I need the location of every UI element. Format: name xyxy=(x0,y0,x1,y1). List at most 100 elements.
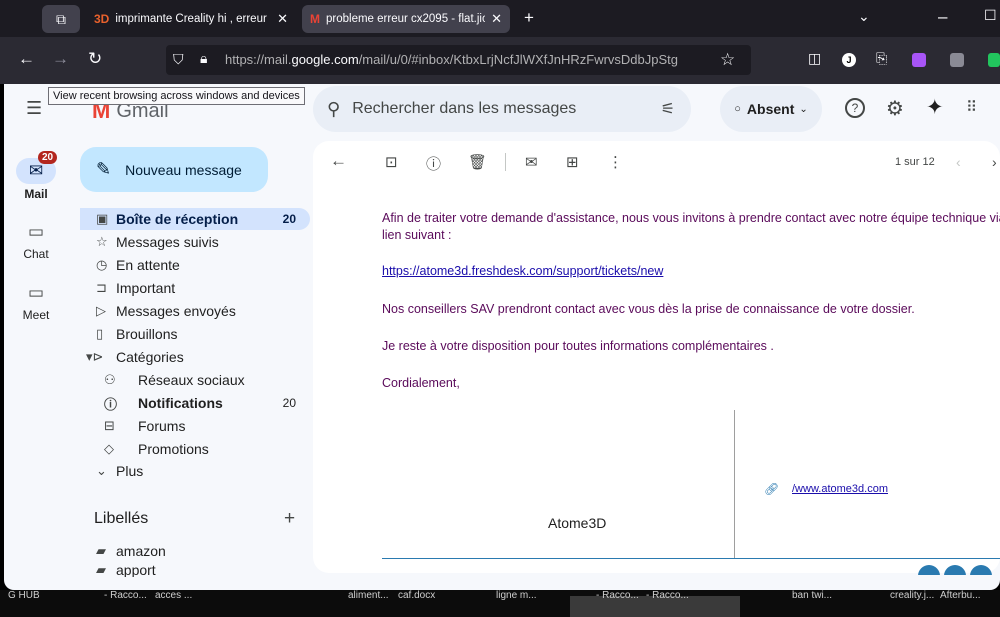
extension-purple-icon[interactable] xyxy=(912,53,926,67)
maximize-icon[interactable]: ☐ xyxy=(984,7,997,24)
pencil-icon: ✎ xyxy=(96,159,112,179)
mail-icon: ✉ xyxy=(28,161,44,180)
close-tab-icon[interactable]: ✕ xyxy=(277,11,288,27)
older-icon[interactable]: ‹ xyxy=(956,154,961,170)
lock-icon[interactable]: 🔒︎ xyxy=(200,50,207,67)
back-icon[interactable]: ← xyxy=(18,49,35,69)
taskbar-item[interactable]: Afterbu... xyxy=(940,590,981,601)
settings-gear-icon[interactable]: ⚙ xyxy=(886,96,904,121)
taskbar-item[interactable]: - Racco... xyxy=(596,590,639,601)
important-icon: ⊐ xyxy=(96,280,107,295)
newer-icon[interactable]: › xyxy=(992,154,997,170)
chevron-down-icon: ⌄ xyxy=(799,103,808,115)
extension-grey-icon[interactable] xyxy=(950,53,964,67)
archive-icon[interactable]: ⊡ xyxy=(385,153,398,171)
taskbar-item[interactable]: - Racco... xyxy=(104,590,147,601)
extensions-icon[interactable]: ⎘ xyxy=(876,50,887,67)
nav-notifications[interactable]: ⓘ Notifications 20 xyxy=(80,392,310,414)
mail-badge: 20 xyxy=(38,151,58,164)
forward-icon[interactable]: → xyxy=(52,49,69,69)
add-label-icon[interactable]: + xyxy=(284,508,295,530)
delete-icon[interactable]: 🗑︎ xyxy=(468,153,487,171)
account-icon[interactable]: J xyxy=(842,53,856,67)
help-icon[interactable]: ? xyxy=(845,98,865,118)
nav-more[interactable]: ⌄ Plus xyxy=(80,460,310,482)
shield-icon[interactable]: ⛉ xyxy=(173,51,184,68)
video-icon: ▭ xyxy=(27,283,45,302)
status-circle-icon: ○ xyxy=(734,103,741,115)
nav-sent[interactable]: ▷ Messages envoyés xyxy=(80,300,310,322)
main-menu-icon[interactable]: ☰ xyxy=(26,98,42,119)
nav-forums[interactable]: ⊟ Forums xyxy=(80,415,310,437)
tab-creality[interactable]: 3D imprimante Creality hi , erreur : c ✕ xyxy=(86,5,296,33)
message-line-1: Afin de traiter votre demande d'assistan… xyxy=(382,211,1000,225)
nav-categories[interactable]: ▾⊳ Catégories xyxy=(80,346,310,368)
taskbar-item[interactable]: creality.j... xyxy=(890,590,934,601)
rail-meet[interactable]: ▭ Meet xyxy=(2,283,70,322)
social-icons[interactable] xyxy=(918,565,1000,575)
taskbar-item[interactable]: caf.docx xyxy=(398,590,435,601)
taskbar-item[interactable]: ban twi... xyxy=(792,590,832,601)
tag-icon: ◇ xyxy=(104,441,114,456)
youtube-icon[interactable] xyxy=(970,565,992,575)
rail-chat[interactable]: ▭ Chat xyxy=(2,222,70,261)
support-link[interactable]: https://atome3d.freshdesk.com/support/ti… xyxy=(382,264,663,278)
mark-unread-icon[interactable]: ✉ xyxy=(525,153,538,171)
tab-gmail[interactable]: M probleme erreur cx2095 - flat.jic ✕ xyxy=(302,5,510,33)
taskbar-item[interactable]: acces ... xyxy=(155,590,192,601)
nav-promotions[interactable]: ◇ Promotions xyxy=(80,438,310,460)
signature-website-link[interactable]: /www.atome3d.com xyxy=(792,483,888,495)
clock-icon: ◷ xyxy=(96,257,108,272)
report-spam-icon[interactable]: ⓘ xyxy=(426,153,441,174)
bookmark-star-icon[interactable]: ☆ xyxy=(720,50,735,70)
rail-mail[interactable]: ✉ 20 Mail xyxy=(2,151,70,201)
pocket-icon[interactable]: ◫ xyxy=(808,50,821,67)
toolbar-divider xyxy=(505,153,506,171)
message-line-2: lien suivant : xyxy=(382,228,452,242)
compose-button[interactable]: ✎ Nouveau message xyxy=(80,147,268,192)
label-amazon[interactable]: ▰ amazon xyxy=(80,540,310,562)
link-icon: 🔗︎ xyxy=(764,482,780,496)
draft-icon: ▯ xyxy=(96,326,104,341)
message-closing: Cordialement, xyxy=(382,376,460,390)
url-text[interactable]: https://mail.google.com/mail/u/0/#inbox/… xyxy=(225,52,678,67)
tooltip: View recent browsing across windows and … xyxy=(48,87,305,105)
nav-drafts[interactable]: ▯ Brouillons xyxy=(80,323,310,345)
extension-green-icon[interactable] xyxy=(988,53,1000,67)
search-icon[interactable]: ⚲ xyxy=(327,99,340,120)
reload-icon[interactable]: ↻ xyxy=(88,49,102,69)
label-tag-icon: ▰ xyxy=(96,543,106,558)
label-apport[interactable]: ▰ apport xyxy=(80,563,310,577)
nav-snoozed[interactable]: ◷ En attente xyxy=(80,254,310,276)
label-icon: ▾⊳ xyxy=(86,349,104,364)
list-tabs-icon[interactable]: ⌄ xyxy=(858,8,870,25)
apps-grid-icon[interactable]: ⠿ xyxy=(966,98,977,116)
minimize-icon[interactable]: – xyxy=(938,7,947,27)
chevron-down-icon: ⌄ xyxy=(96,463,107,478)
search-options-icon[interactable]: ⚟ xyxy=(661,99,675,119)
taskbar-item[interactable]: ligne m... xyxy=(496,590,537,601)
twitter-icon[interactable] xyxy=(944,565,966,575)
taskbar-item[interactable]: aliment... xyxy=(348,590,389,601)
facebook-icon[interactable] xyxy=(918,565,940,575)
nav-inbox[interactable]: ▣ Boîte de réception 20 xyxy=(80,208,310,230)
new-tab-icon[interactable]: + xyxy=(524,8,534,28)
nav-social[interactable]: ⚇ Réseaux sociaux xyxy=(80,369,310,391)
more-vert-icon[interactable]: ⋮ xyxy=(608,153,623,171)
taskbar-item[interactable]: G HUB xyxy=(8,590,40,601)
nav-starred[interactable]: ☆ Messages suivis xyxy=(80,231,310,253)
message-pane xyxy=(313,141,1000,573)
close-tab-icon[interactable]: ✕ xyxy=(491,11,502,27)
gemini-sparkle-icon[interactable]: ✦ xyxy=(926,95,944,120)
forum-icon: ⊟ xyxy=(104,418,115,433)
move-to-icon[interactable]: ⊞ xyxy=(566,153,579,171)
nav-important[interactable]: ⊐ Important xyxy=(80,277,310,299)
atome3d-favicon-icon: 3D xyxy=(94,12,110,26)
message-line-3: Nos conseillers SAV prendront contact av… xyxy=(382,302,915,316)
chat-icon: ▭ xyxy=(27,222,45,241)
tab-overview-button[interactable]: ⧉ xyxy=(42,5,80,33)
search-input[interactable]: ⚲ Rechercher dans les messages ⚟ xyxy=(313,86,691,132)
status-selector[interactable]: ○ Absent ⌄ xyxy=(720,86,822,132)
back-to-inbox-icon[interactable]: ← xyxy=(330,151,347,171)
taskbar-item[interactable]: - Racco... xyxy=(646,590,689,601)
